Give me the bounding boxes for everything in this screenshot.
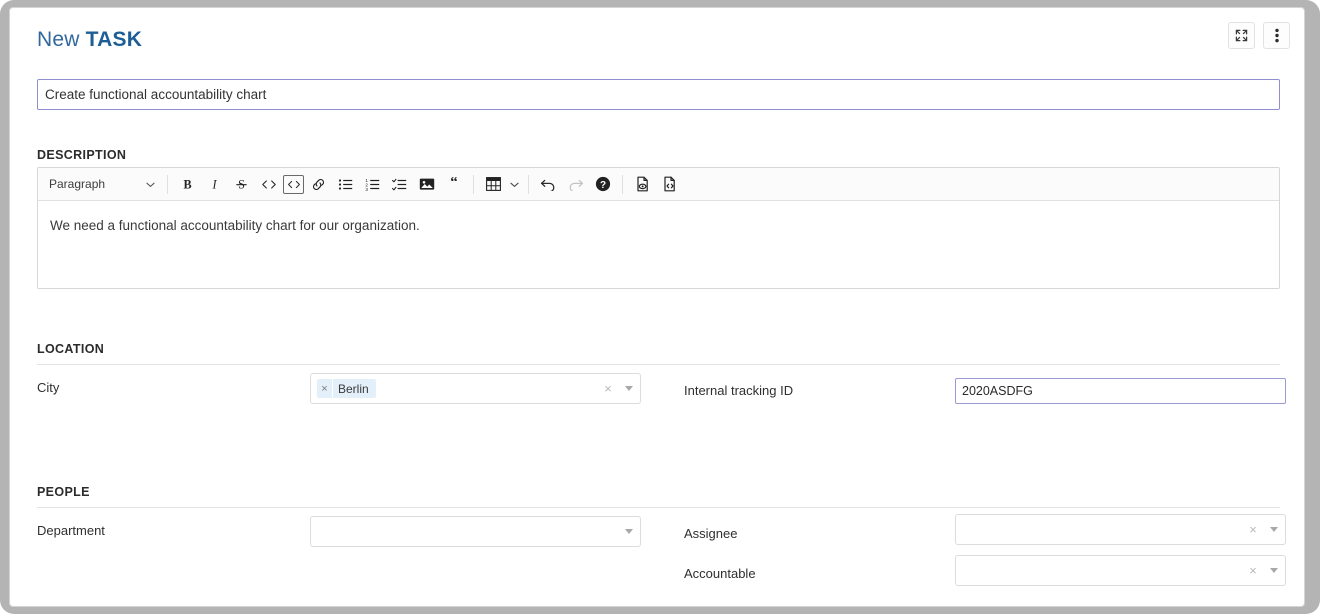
description-text: We need a functional accountability char… bbox=[50, 217, 1267, 236]
city-select[interactable]: × Berlin × bbox=[310, 373, 641, 404]
tracking-id-label: Internal tracking ID bbox=[684, 383, 793, 398]
redo-icon bbox=[567, 177, 584, 191]
header-actions bbox=[1228, 22, 1290, 49]
code-block-button[interactable] bbox=[283, 175, 304, 194]
expand-button[interactable] bbox=[1228, 22, 1255, 49]
assignee-label: Assignee bbox=[684, 526, 737, 541]
bulleted-list-icon bbox=[338, 177, 354, 192]
inline-code-icon bbox=[261, 178, 277, 191]
toolbar-separator-2 bbox=[473, 175, 474, 194]
undo-button[interactable] bbox=[536, 172, 561, 196]
description-editor-body[interactable]: We need a functional accountability char… bbox=[38, 201, 1279, 236]
page-title: New TASK bbox=[37, 28, 142, 52]
toolbar-separator-4 bbox=[622, 175, 623, 194]
task-panel: New TASK bbox=[9, 7, 1305, 607]
vertical-dots-icon bbox=[1275, 28, 1279, 43]
chip-label: Berlin bbox=[333, 379, 376, 398]
assignee-clear-icon[interactable]: × bbox=[1243, 515, 1263, 544]
city-dropdown-icon[interactable] bbox=[618, 374, 640, 403]
undo-icon bbox=[540, 177, 557, 191]
department-select[interactable] bbox=[310, 516, 641, 547]
italic-icon: I bbox=[207, 177, 222, 192]
window-frame: New TASK bbox=[0, 0, 1320, 614]
link-button[interactable] bbox=[306, 172, 331, 196]
help-button[interactable]: ? bbox=[590, 172, 615, 196]
panel-content: DESCRIPTION Paragraph B bbox=[10, 70, 1304, 606]
toolbar-separator bbox=[167, 175, 168, 194]
blockquote-icon: “ bbox=[446, 177, 462, 191]
table-icon bbox=[486, 177, 501, 191]
svg-text:?: ? bbox=[599, 180, 605, 191]
bold-icon: B bbox=[180, 177, 195, 192]
svg-text:I: I bbox=[211, 177, 217, 191]
city-clear-icon[interactable]: × bbox=[598, 374, 618, 403]
tracking-id-field bbox=[955, 378, 1286, 404]
city-label: City bbox=[37, 380, 59, 395]
people-section-label: PEOPLE bbox=[37, 485, 90, 499]
link-icon bbox=[311, 177, 326, 192]
accountable-clear-icon[interactable]: × bbox=[1243, 556, 1263, 585]
tracking-id-input[interactable] bbox=[956, 379, 1285, 403]
bulleted-list-button[interactable] bbox=[333, 172, 358, 196]
accountable-select[interactable]: × bbox=[955, 555, 1286, 586]
chevron-down-icon bbox=[146, 177, 155, 191]
checklist-button[interactable] bbox=[387, 172, 412, 196]
description-editor: Paragraph B I bbox=[37, 167, 1280, 289]
strikethrough-icon: S bbox=[234, 177, 249, 192]
chip-remove-icon[interactable]: × bbox=[317, 379, 333, 398]
checklist-icon bbox=[392, 177, 408, 192]
source-code-button[interactable] bbox=[657, 172, 682, 196]
strikethrough-button[interactable]: S bbox=[229, 172, 254, 196]
more-menu-button[interactable] bbox=[1263, 22, 1290, 49]
paragraph-style-select[interactable]: Paragraph bbox=[43, 173, 161, 196]
page-title-prefix: New bbox=[37, 28, 80, 51]
preview-icon bbox=[635, 176, 651, 192]
paragraph-style-label: Paragraph bbox=[49, 177, 146, 191]
preview-button[interactable] bbox=[630, 172, 655, 196]
location-section-divider bbox=[37, 364, 1280, 365]
image-icon bbox=[419, 177, 435, 191]
svg-text:B: B bbox=[183, 177, 191, 191]
table-dropdown-button[interactable] bbox=[507, 175, 522, 193]
table-button[interactable] bbox=[481, 172, 506, 196]
italic-button[interactable]: I bbox=[202, 172, 227, 196]
numbered-list-icon: 1 2 3 bbox=[365, 177, 381, 192]
redo-button[interactable] bbox=[563, 172, 588, 196]
city-chip-berlin: × Berlin bbox=[317, 379, 376, 398]
bold-button[interactable]: B bbox=[175, 172, 200, 196]
people-section-divider bbox=[37, 507, 1280, 508]
panel-header: New TASK bbox=[10, 8, 1304, 70]
page-title-main: TASK bbox=[86, 28, 142, 51]
image-button[interactable] bbox=[414, 172, 439, 196]
blockquote-button[interactable]: “ bbox=[441, 172, 466, 196]
location-section-label: LOCATION bbox=[37, 342, 104, 356]
source-code-icon bbox=[662, 176, 678, 192]
department-dropdown-icon[interactable] bbox=[618, 517, 640, 546]
svg-text:3: 3 bbox=[365, 186, 368, 191]
expand-icon bbox=[1235, 29, 1248, 42]
inline-code-button[interactable] bbox=[256, 172, 281, 196]
svg-text:“: “ bbox=[450, 177, 458, 191]
editor-toolbar: Paragraph B I bbox=[38, 168, 1279, 201]
assignee-dropdown-icon[interactable] bbox=[1263, 515, 1285, 544]
assignee-select[interactable]: × bbox=[955, 514, 1286, 545]
task-title-field bbox=[37, 79, 1280, 110]
accountable-dropdown-icon[interactable] bbox=[1263, 556, 1285, 585]
department-label: Department bbox=[37, 523, 105, 538]
accountable-label: Accountable bbox=[684, 566, 756, 581]
task-title-input[interactable] bbox=[37, 79, 1280, 110]
numbered-list-button[interactable]: 1 2 3 bbox=[360, 172, 385, 196]
description-section-label: DESCRIPTION bbox=[37, 148, 126, 162]
chevron-down-icon bbox=[510, 175, 519, 193]
help-icon: ? bbox=[595, 176, 611, 192]
toolbar-separator-3 bbox=[528, 175, 529, 194]
code-block-icon bbox=[287, 179, 301, 190]
